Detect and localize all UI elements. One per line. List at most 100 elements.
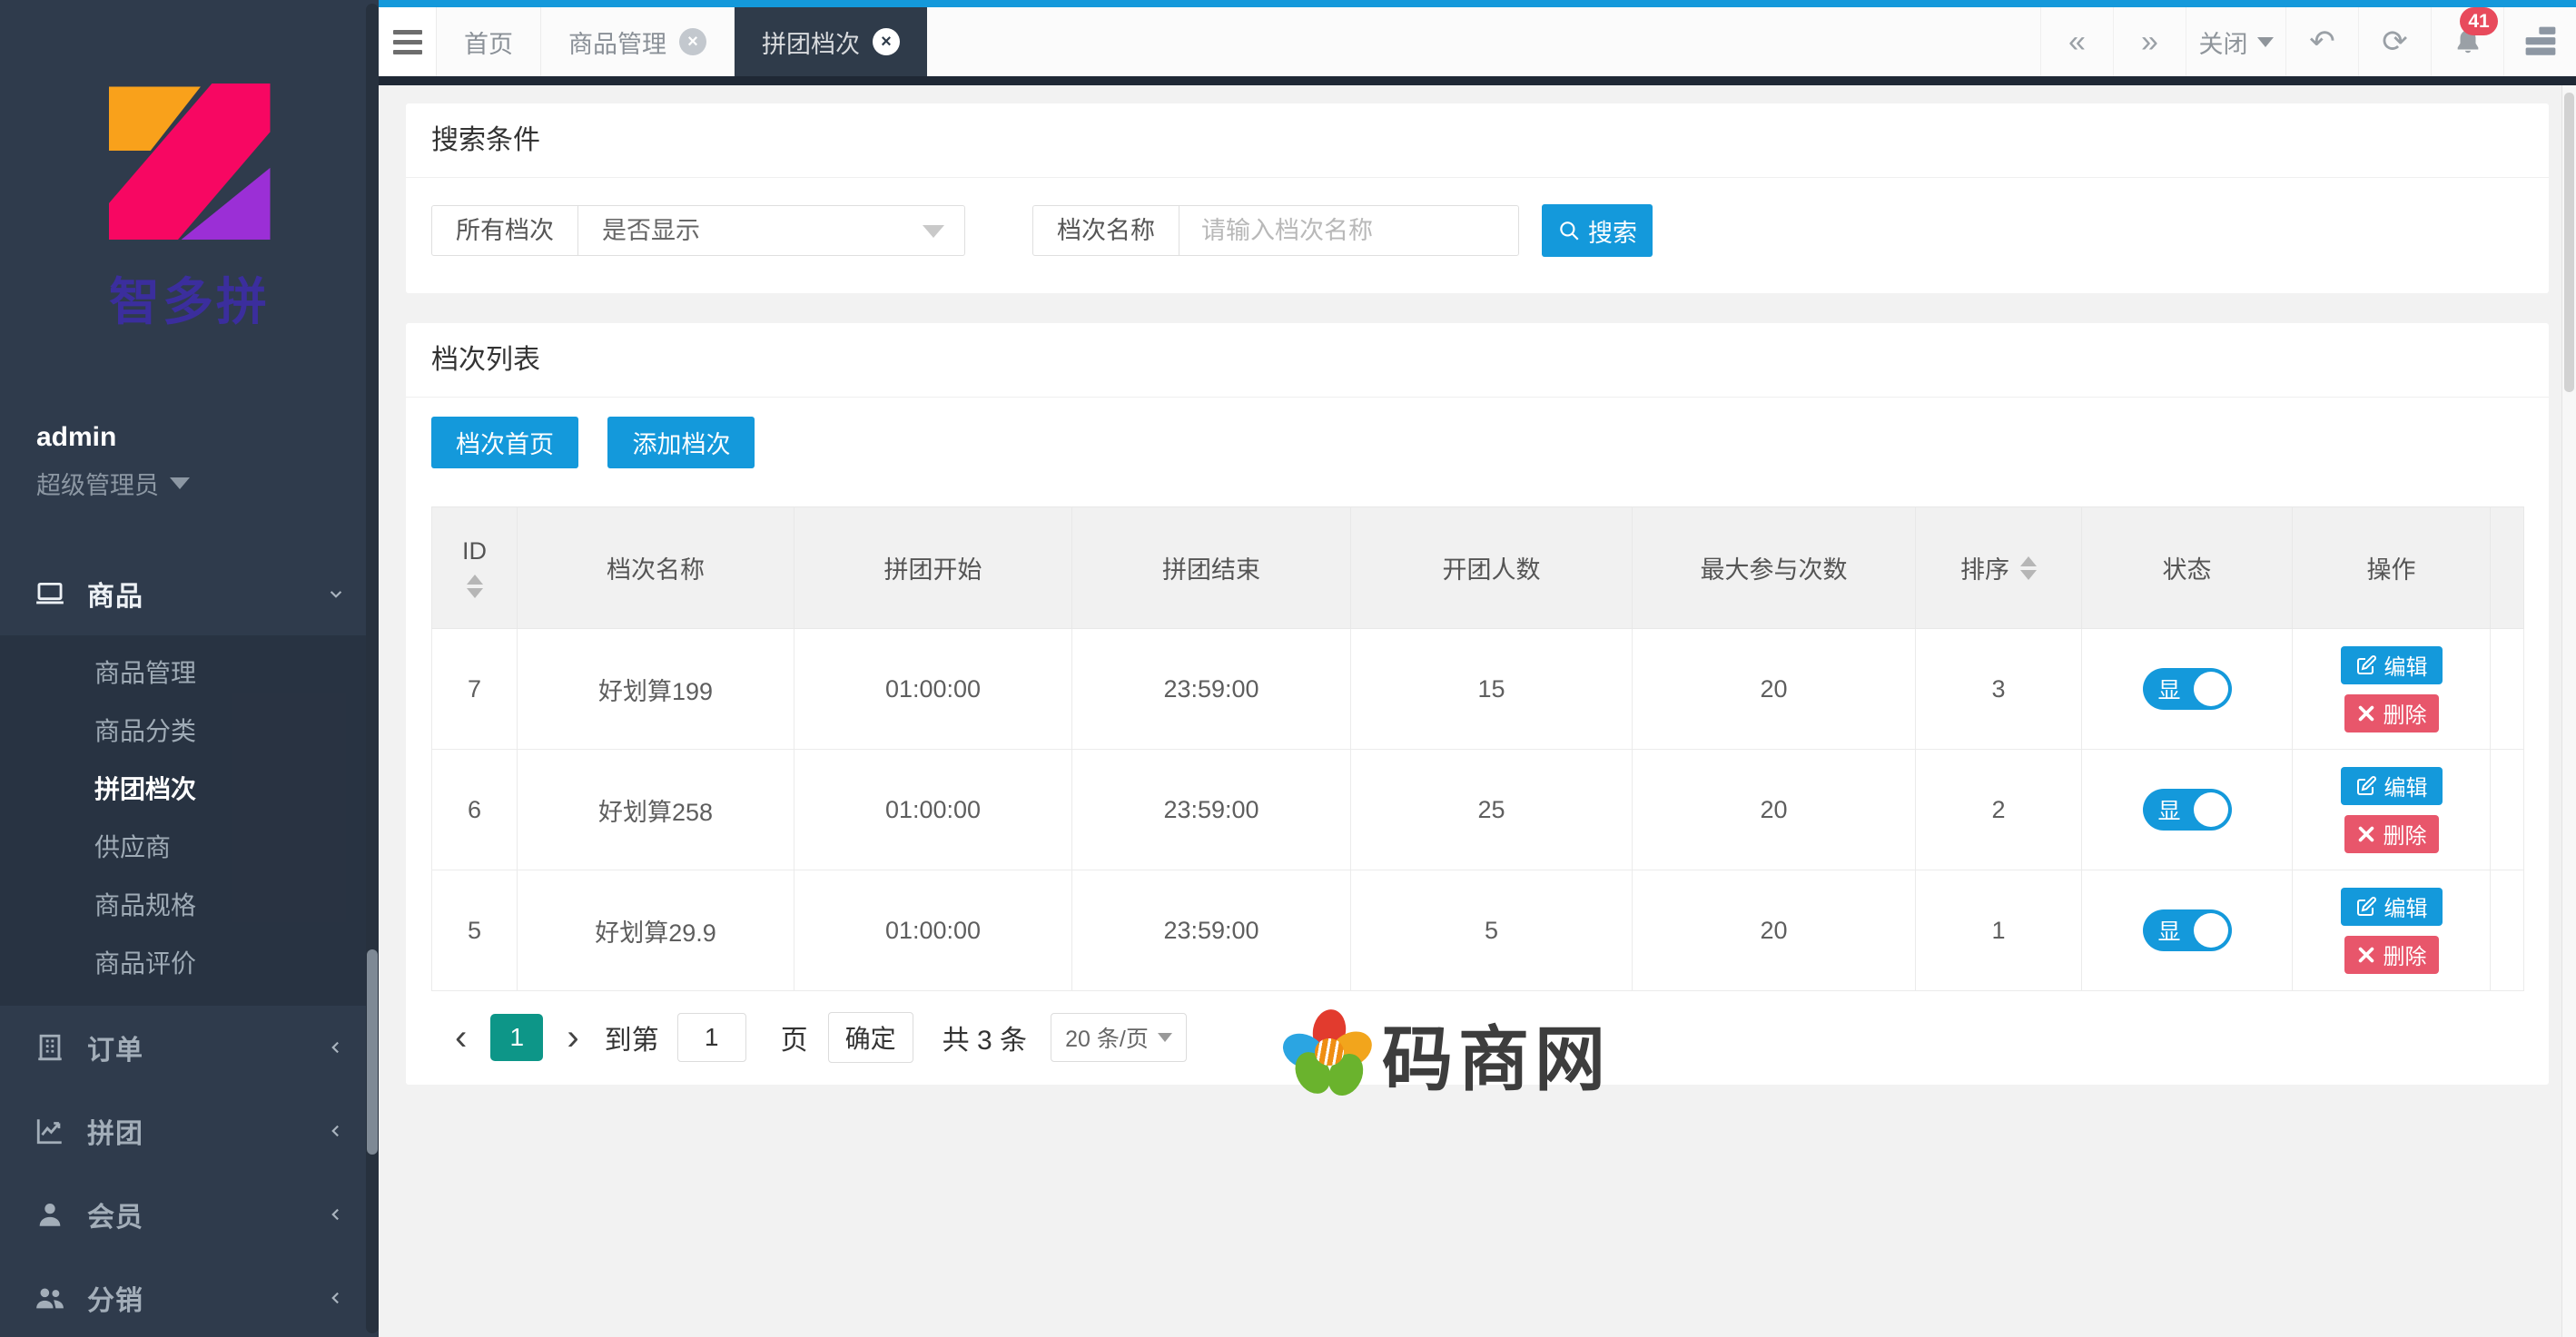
hamburger-icon[interactable] (379, 7, 437, 76)
column-sort: 排序 (1916, 507, 2082, 629)
sidebar-item-goods-review[interactable]: 商品评价 (0, 935, 379, 993)
chart-line-icon (35, 1116, 65, 1146)
sidebar-item-orders[interactable]: 订单 (0, 1006, 379, 1089)
current-page-button[interactable]: 1 (490, 1014, 543, 1061)
admin-page: 智多拼 admin 超级管理员 商品 商品管理 商品分类 拼团档次 供应商 商品… (0, 0, 2576, 1337)
goto-suffix-label: 页 (781, 1017, 808, 1057)
page-number-input[interactable] (677, 1013, 746, 1062)
logo-z-icon (109, 84, 271, 240)
more-menu-button[interactable] (2503, 7, 2576, 76)
prev-page-icon[interactable]: ‹ (455, 1019, 467, 1056)
tab-group-tier[interactable]: 拼团档次 × (735, 7, 927, 76)
sidebar-item-supplier[interactable]: 供应商 (0, 819, 379, 877)
cell-status: 显 (2082, 870, 2293, 991)
refresh-icon: ⟳ (2382, 24, 2408, 60)
tier-name-group: 档次名称 (1032, 205, 1519, 256)
cell-people: 25 (1351, 750, 1633, 870)
status-toggle[interactable]: 显 (2143, 909, 2232, 951)
sidebar-item-goods-manage[interactable]: 商品管理 (0, 644, 379, 703)
sidebar-scrollbar-track[interactable] (366, 4, 379, 1333)
delete-x-icon (2356, 824, 2376, 844)
sidebar-item-groupbuy[interactable]: 拼团 (0, 1089, 379, 1173)
delete-button[interactable]: 删除 (2344, 694, 2439, 732)
table-header-row: ID 档次名称 拼团开始 拼团结束 开团人数 最大参与次数 (432, 507, 2524, 629)
confirm-page-button[interactable]: 确定 (828, 1012, 913, 1063)
tier-home-button[interactable]: 档次首页 (431, 417, 578, 468)
display-filter-select[interactable]: 是否显示 (578, 206, 964, 255)
scroll-tabs-right-button[interactable]: » (2113, 7, 2186, 76)
tier-list-panel: 档次列表 档次首页 添加档次 ID (406, 323, 2549, 1085)
sidebar: 智多拼 admin 超级管理员 商品 商品管理 商品分类 拼团档次 供应商 商品… (0, 0, 379, 1337)
sidebar-item-members[interactable]: 会员 (0, 1173, 379, 1256)
tier-table: ID 档次名称 拼团开始 拼团结束 开团人数 最大参与次数 (431, 506, 2524, 991)
cell-name: 好划算258 (518, 750, 795, 870)
fast-forward-icon: » (2141, 25, 2158, 60)
close-menu-label: 关闭 (2199, 25, 2248, 60)
notifications-button[interactable]: 41 (2431, 7, 2503, 76)
sidebar-item-distribution[interactable]: 分销 (0, 1256, 379, 1337)
sidebar-scrollbar-thumb[interactable] (367, 949, 378, 1155)
page-size-select[interactable]: 20 条/页 (1051, 1013, 1187, 1062)
tier-list-title: 档次列表 (406, 323, 2549, 398)
cell-max-join: 20 (1633, 870, 1916, 991)
tier-name-input[interactable] (1179, 206, 1518, 255)
back-button[interactable]: ↶ (2285, 7, 2358, 76)
chevron-down-icon (324, 582, 348, 605)
sort-icon[interactable] (467, 575, 483, 598)
page-scrollbar-thumb[interactable] (2564, 93, 2574, 392)
search-panel-title: 搜索条件 (406, 103, 2549, 178)
cell-actions: 编辑 删除 (2293, 750, 2491, 870)
column-max-join: 最大参与次数 (1633, 507, 1916, 629)
tab-home[interactable]: 首页 (437, 7, 541, 76)
sidebar-item-goods[interactable]: 商品 (0, 552, 379, 635)
table-row: 6 好划算258 01:00:00 23:59:00 25 20 2 显 (432, 750, 2524, 870)
topbar-actions: « » 关闭 ↶ ⟳ 41 (2040, 7, 2576, 76)
topbar-divider (379, 76, 2576, 85)
scope-label: 所有档次 (432, 206, 578, 255)
sidebar-item-group-tier[interactable]: 拼团档次 (0, 761, 379, 819)
user-role-label: 超级管理员 (36, 466, 159, 501)
username: admin (36, 422, 379, 453)
tab-label: 拼团档次 (762, 25, 860, 60)
close-tab-icon[interactable]: × (679, 28, 706, 55)
top-accent-strip (379, 0, 2576, 7)
topbar: 首页 商品管理 × 拼团档次 × « » 关闭 ↶ ⟳ 41 (379, 7, 2576, 76)
edit-button[interactable]: 编辑 (2341, 646, 2443, 684)
status-toggle[interactable]: 显 (2143, 789, 2232, 831)
tab-goods-manage[interactable]: 商品管理 × (541, 7, 735, 76)
next-page-icon[interactable]: › (567, 1019, 578, 1056)
add-tier-button[interactable]: 添加档次 (607, 417, 755, 468)
sidebar-item-goods-spec[interactable]: 商品规格 (0, 877, 379, 935)
cell-id: 5 (432, 870, 518, 991)
page-scrollbar-track[interactable] (2561, 85, 2576, 1337)
cell-id: 7 (432, 629, 518, 750)
refresh-button[interactable]: ⟳ (2358, 7, 2431, 76)
cell-sort: 3 (1916, 629, 2082, 750)
column-extra (2491, 507, 2524, 629)
cell-end: 23:59:00 (1072, 750, 1351, 870)
edit-button[interactable]: 编辑 (2341, 767, 2443, 805)
cell-max-join: 20 (1633, 750, 1916, 870)
cell-start: 01:00:00 (795, 750, 1072, 870)
chevron-left-icon (324, 1203, 348, 1226)
close-tabs-dropdown[interactable]: 关闭 (2186, 7, 2285, 76)
cell-name: 好划算29.9 (518, 870, 795, 991)
sort-icon[interactable] (2020, 556, 2037, 580)
status-toggle[interactable]: 显 (2143, 668, 2232, 710)
user-icon (35, 1199, 65, 1230)
scroll-tabs-left-button[interactable]: « (2040, 7, 2113, 76)
user-role-dropdown[interactable]: 超级管理员 (36, 466, 190, 501)
cell-extra (2491, 750, 2524, 870)
edit-icon (2355, 896, 2377, 918)
delete-button[interactable]: 删除 (2344, 936, 2439, 974)
caret-down-icon (170, 477, 190, 489)
delete-button[interactable]: 删除 (2344, 815, 2439, 853)
cell-id: 6 (432, 750, 518, 870)
server-list-icon (2522, 25, 2559, 58)
sidebar-item-goods-category[interactable]: 商品分类 (0, 703, 379, 761)
close-tab-icon[interactable]: × (873, 28, 900, 55)
search-button[interactable]: 搜索 (1542, 204, 1653, 257)
cell-name: 好划算199 (518, 629, 795, 750)
edit-icon (2355, 775, 2377, 797)
edit-button[interactable]: 编辑 (2341, 888, 2443, 926)
